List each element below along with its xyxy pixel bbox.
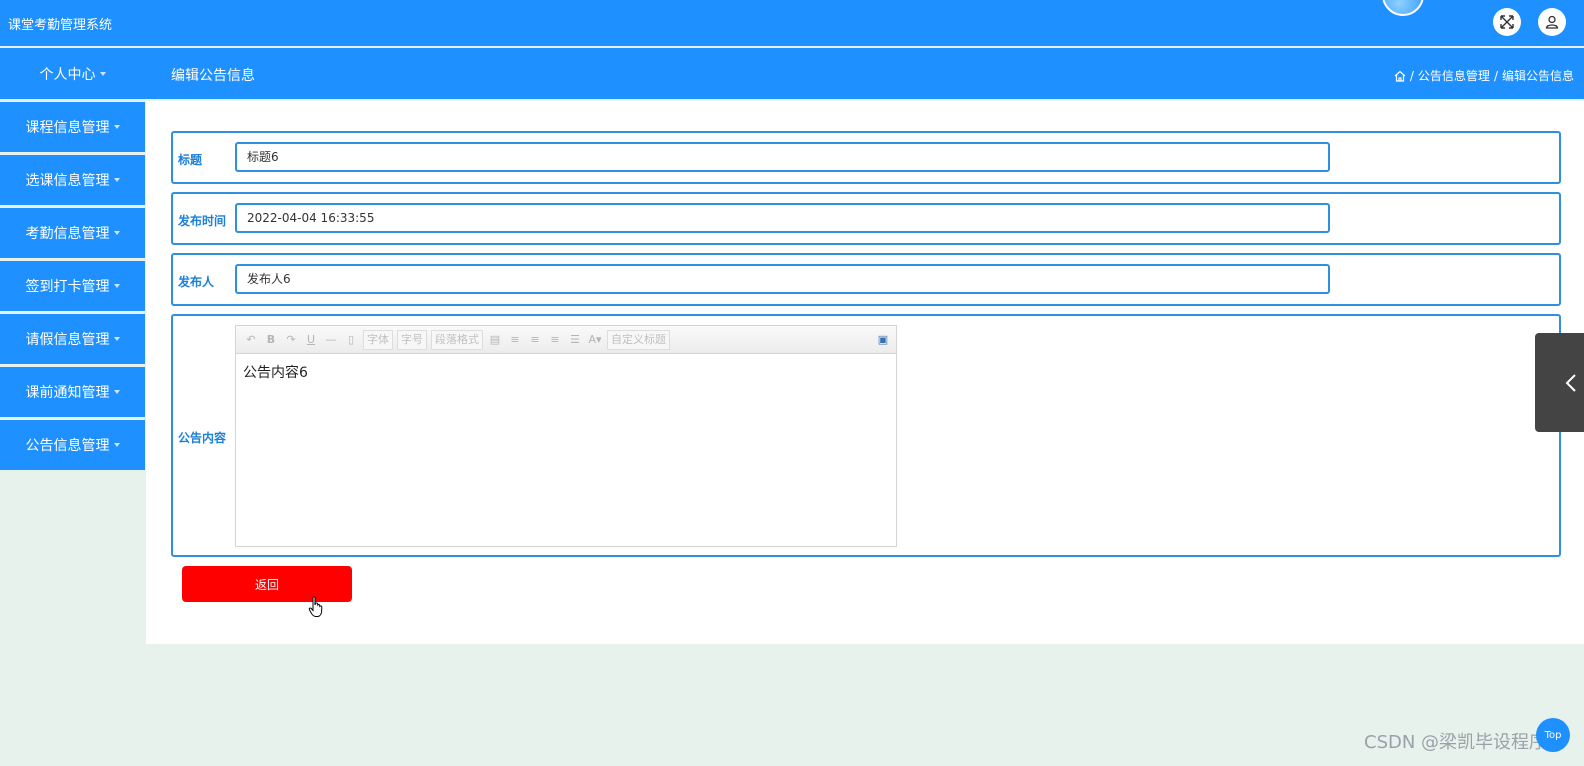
form-row-publisher: 发布人 发布人6 bbox=[171, 253, 1561, 306]
app-title: 课堂考勤管理系统 bbox=[8, 18, 113, 33]
sidebar-item-label: 考勤信息管理 bbox=[25, 226, 110, 242]
decorative-circle bbox=[1382, 0, 1424, 16]
sidebar-item-announcement[interactable]: 公告信息管理 bbox=[0, 420, 145, 470]
align-right-icon[interactable]: ≡ bbox=[526, 333, 544, 346]
sidebar-item-label: 课程信息管理 bbox=[25, 120, 110, 136]
rich-text-editor: ↶ B ↷ U — ▯ 字体 字号 段落格式 ▤ ≡ ≡ ≡ ☰ A▾ 自定义标… bbox=[235, 325, 897, 547]
breadcrumb-item-current: 编辑公告信息 bbox=[1501, 69, 1574, 83]
sidebar-item-course[interactable]: 课程信息管理 bbox=[0, 102, 145, 152]
sidebar-item-course-selection[interactable]: 选课信息管理 bbox=[0, 155, 145, 205]
caret-down-icon bbox=[99, 71, 106, 76]
publisher-label: 发布人 bbox=[178, 275, 215, 289]
sidebar-item-label: 选课信息管理 bbox=[25, 173, 110, 189]
sidebar-item-label: 公告信息管理 bbox=[25, 438, 110, 454]
caret-down-icon bbox=[113, 443, 120, 447]
user-menu-button[interactable] bbox=[1538, 8, 1566, 36]
align-center-icon[interactable]: ≡ bbox=[546, 333, 564, 346]
underline-icon[interactable]: U bbox=[302, 333, 320, 346]
sidebar-item-check-in[interactable]: 签到打卡管理 bbox=[0, 261, 145, 311]
form-row-publish-time: 发布时间 2022-04-04 16:33:55 bbox=[171, 192, 1561, 245]
form-row-content: 公告内容 ↶ B ↷ U — ▯ 字体 字号 段落格式 ▤ ≡ ≡ ≡ ☰ A▾… bbox=[171, 314, 1561, 557]
font-color-icon[interactable]: A▾ bbox=[586, 333, 604, 346]
top-bar: 课堂考勤管理系统 bbox=[0, 0, 1584, 46]
breadcrumb-separator: / bbox=[1409, 68, 1414, 83]
content-label: 公告内容 bbox=[178, 431, 227, 445]
justify-icon[interactable]: ☰ bbox=[566, 333, 584, 346]
sidebar-item-label: 请假信息管理 bbox=[25, 332, 110, 348]
expand-arrows-icon bbox=[1500, 15, 1514, 29]
publish-time-input[interactable]: 2022-04-04 16:33:55 bbox=[235, 203, 1330, 233]
title-input[interactable]: 标题6 bbox=[235, 142, 1330, 172]
custom-title-select[interactable]: 自定义标题 bbox=[607, 329, 670, 350]
font-family-select[interactable]: 字体 bbox=[363, 329, 393, 350]
hand-pointer-icon bbox=[308, 596, 323, 617]
caret-down-icon bbox=[113, 337, 120, 341]
editor-toolbar: ↶ B ↷ U — ▯ 字体 字号 段落格式 ▤ ≡ ≡ ≡ ☰ A▾ 自定义标… bbox=[236, 326, 896, 354]
publish-time-label: 发布时间 bbox=[178, 214, 227, 228]
fullscreen-button[interactable] bbox=[1493, 8, 1521, 36]
redo-icon[interactable]: ↷ bbox=[282, 333, 300, 346]
user-icon bbox=[1545, 15, 1559, 29]
bold-icon[interactable]: B bbox=[262, 333, 280, 346]
horizontal-rule-icon[interactable]: — bbox=[322, 333, 340, 346]
form-row-title: 标题 标题6 bbox=[171, 131, 1561, 184]
chevron-left-icon bbox=[1565, 373, 1576, 392]
main-content: 标题 标题6 发布时间 2022-04-04 16:33:55 发布人 发布人6… bbox=[146, 101, 1584, 644]
publisher-input[interactable]: 发布人6 bbox=[235, 264, 1330, 294]
caret-down-icon bbox=[113, 390, 120, 394]
sidebar-item-pre-class-notice[interactable]: 课前通知管理 bbox=[0, 367, 145, 417]
home-icon[interactable] bbox=[1394, 70, 1406, 82]
sidebar-item-leave[interactable]: 请假信息管理 bbox=[0, 314, 145, 364]
personal-center-label: 个人中心 bbox=[39, 66, 96, 83]
sidebar-item-attendance[interactable]: 考勤信息管理 bbox=[0, 208, 145, 258]
breadcrumb-separator: / bbox=[1493, 68, 1498, 83]
title-label: 标题 bbox=[178, 153, 203, 167]
sidebar: 课程信息管理 选课信息管理 考勤信息管理 签到打卡管理 请假信息管理 课前通知管… bbox=[0, 102, 145, 473]
back-button[interactable]: 返回 bbox=[182, 566, 352, 602]
page-title: 编辑公告信息 bbox=[171, 68, 255, 84]
watermark: CSDN @梁凯毕设程序 bbox=[1364, 732, 1548, 753]
breadcrumb: / 公告信息管理 / 编辑公告信息 bbox=[1394, 67, 1574, 84]
table-icon[interactable]: ▤ bbox=[486, 333, 504, 346]
nav-bar: 个人中心 编辑公告信息 / 公告信息管理 / 编辑公告信息 bbox=[0, 48, 1584, 99]
side-collapse-tab[interactable] bbox=[1535, 333, 1584, 432]
caret-down-icon bbox=[113, 284, 120, 288]
sidebar-item-label: 签到打卡管理 bbox=[25, 279, 110, 295]
undo-icon[interactable]: ↶ bbox=[242, 333, 260, 346]
font-size-select[interactable]: 字号 bbox=[397, 329, 427, 350]
paragraph-format-select[interactable]: 段落格式 bbox=[431, 329, 483, 350]
fullscreen-editor-icon[interactable]: ▣ bbox=[874, 333, 892, 346]
breadcrumb-item-notice-management[interactable]: 公告信息管理 bbox=[1418, 67, 1490, 84]
back-to-top-button[interactable]: Top bbox=[1536, 718, 1570, 752]
caret-down-icon bbox=[113, 125, 120, 129]
sidebar-item-label: 课前通知管理 bbox=[25, 385, 110, 401]
caret-down-icon bbox=[113, 231, 120, 235]
document-icon[interactable]: ▯ bbox=[342, 333, 360, 346]
align-left-icon[interactable]: ≡ bbox=[506, 333, 524, 346]
caret-down-icon bbox=[113, 178, 120, 182]
personal-center-menu[interactable]: 个人中心 bbox=[0, 48, 145, 99]
editor-content[interactable]: 公告内容6 bbox=[236, 354, 896, 390]
